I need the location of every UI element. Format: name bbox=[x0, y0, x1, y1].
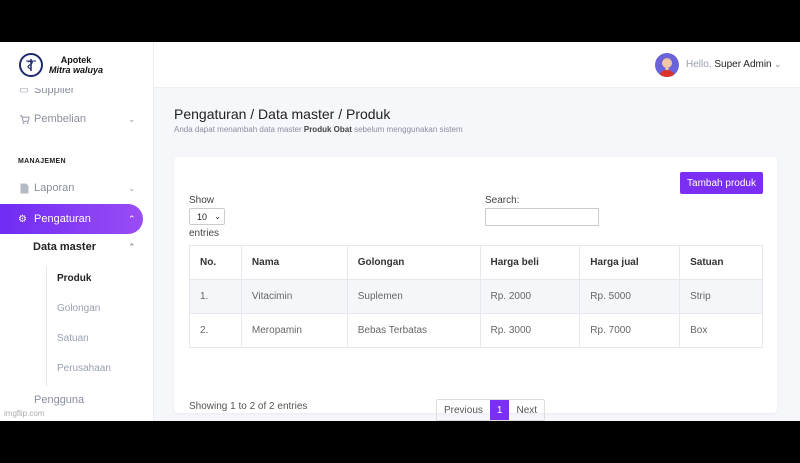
chevron-down-icon: ⌄ bbox=[128, 113, 136, 124]
sidebar-item-label: Pengaturan bbox=[34, 213, 91, 225]
column-header[interactable]: Golongan bbox=[346, 245, 481, 280]
page-title: Pengaturan / Data master / Produk bbox=[174, 106, 391, 122]
table-cell: Bebas Terbatas bbox=[346, 313, 481, 348]
search-input[interactable] bbox=[485, 208, 599, 226]
table-cell: Rp. 7000 bbox=[579, 313, 681, 348]
table-cell: Rp. 2000 bbox=[479, 279, 581, 314]
hello-text: Hello, bbox=[686, 59, 712, 70]
brand-name-line2: Mitra waluya bbox=[49, 65, 104, 75]
sidebar-item-label: Pembelian bbox=[34, 113, 86, 125]
previous-page-button[interactable]: Previous bbox=[437, 400, 490, 420]
column-header[interactable]: Harga jual bbox=[579, 245, 681, 280]
entries-label: entries bbox=[189, 228, 220, 239]
sidebar-item-pembelian[interactable]: Pembelian ⌄ bbox=[0, 105, 153, 133]
table-cell: Meropamin bbox=[240, 313, 348, 348]
search-label: Search: bbox=[485, 195, 520, 206]
next-page-button[interactable]: Next bbox=[509, 400, 544, 420]
subtitle-text: sebelum menggunakan sistem bbox=[351, 125, 463, 134]
column-header[interactable]: Harga beli bbox=[479, 245, 581, 280]
section-title: MANAJEMEN bbox=[18, 158, 66, 165]
product-card: Tambah produk Show 10 ⌄ entries Search: … bbox=[174, 157, 777, 421]
column-header[interactable]: No. bbox=[189, 245, 242, 280]
sidebar-subitem-satuan[interactable]: Satuan bbox=[57, 333, 89, 344]
table-cell: Box bbox=[679, 313, 763, 348]
brand-name-line1: Apotek bbox=[60, 55, 92, 65]
sidebar-item-label: Laporan bbox=[34, 182, 75, 194]
column-header[interactable]: Satuan bbox=[679, 245, 763, 280]
table-row[interactable]: 2. Meropamin Bebas Terbatas Rp. 3000 Rp.… bbox=[189, 313, 763, 348]
gears-icon: ⚙ bbox=[18, 213, 27, 225]
table-header-row: No. Nama Golongan Harga beli Harga jual … bbox=[189, 245, 763, 280]
app-frame: ▭ Supplier Pembelian ⌄ MANAJEMEN Laporan… bbox=[0, 42, 800, 421]
pagination: Previous 1 Next bbox=[436, 399, 546, 421]
user-greeting[interactable]: Hello, Super Admin bbox=[686, 59, 772, 70]
page-subtitle: Anda dapat menambah data master Produk O… bbox=[174, 125, 463, 134]
table-cell: Rp. 3000 bbox=[479, 313, 581, 348]
cart-icon bbox=[18, 113, 30, 125]
sidebar-item-label: Pengguna bbox=[34, 394, 85, 406]
subtitle-bold: Produk Obat bbox=[303, 125, 352, 134]
product-table: No. Nama Golongan Harga beli Harga jual … bbox=[189, 245, 763, 348]
avatar[interactable] bbox=[655, 53, 679, 77]
table-row[interactable]: 1. Vitacimin Suplemen Rp. 2000 Rp. 5000 … bbox=[189, 279, 763, 314]
chevron-down-icon: ⌄ bbox=[214, 212, 221, 221]
table-cell: Suplemen bbox=[346, 279, 481, 314]
submenu-line bbox=[46, 266, 47, 386]
file-icon bbox=[18, 182, 30, 194]
sidebar-subitem-golongan[interactable]: Golongan bbox=[57, 303, 100, 314]
pharmacy-logo-icon bbox=[19, 53, 43, 77]
page-1-button[interactable]: 1 bbox=[489, 400, 510, 420]
sidebar: ▭ Supplier Pembelian ⌄ MANAJEMEN Laporan… bbox=[0, 42, 154, 421]
table-cell: 1. bbox=[189, 279, 242, 314]
add-product-button[interactable]: Tambah produk bbox=[680, 172, 763, 194]
sidebar-item-laporan[interactable]: Laporan ⌄ bbox=[0, 174, 153, 202]
chevron-down-icon: ⌄ bbox=[128, 182, 136, 193]
chevron-down-icon[interactable]: ⌄ bbox=[774, 59, 782, 70]
table-cell: Strip bbox=[679, 279, 763, 314]
sidebar-subitem-produk[interactable]: Produk bbox=[57, 273, 91, 284]
table-cell: Rp. 5000 bbox=[579, 279, 681, 314]
table-cell: 2. bbox=[189, 313, 242, 348]
chevron-up-icon: ⌃ bbox=[128, 213, 136, 224]
sidebar-subitem-data-master[interactable]: Data master bbox=[33, 241, 96, 253]
topbar: Hello, Super Admin ⌄ bbox=[154, 42, 800, 88]
user-name: Super Admin bbox=[714, 59, 772, 70]
column-header[interactable]: Nama bbox=[240, 245, 348, 280]
chevron-up-icon: ⌃ bbox=[128, 242, 136, 252]
subtitle-text: Anda dapat menambah data master bbox=[174, 125, 304, 134]
sidebar-subitem-perusahaan[interactable]: Perusahaan bbox=[57, 363, 111, 374]
table-cell: Vitacimin bbox=[240, 279, 348, 314]
watermark: imgflip.com bbox=[4, 409, 45, 418]
entries-select[interactable]: 10 ⌄ bbox=[189, 208, 225, 225]
entries-select-value: 10 bbox=[197, 211, 208, 222]
table-info: Showing 1 to 2 of 2 entries bbox=[189, 401, 308, 412]
brand[interactable]: Apotek Mitra waluya bbox=[0, 42, 153, 88]
sidebar-item-pengaturan[interactable]: ⚙ Pengaturan ⌃ bbox=[0, 204, 143, 234]
show-label: Show bbox=[189, 195, 215, 206]
